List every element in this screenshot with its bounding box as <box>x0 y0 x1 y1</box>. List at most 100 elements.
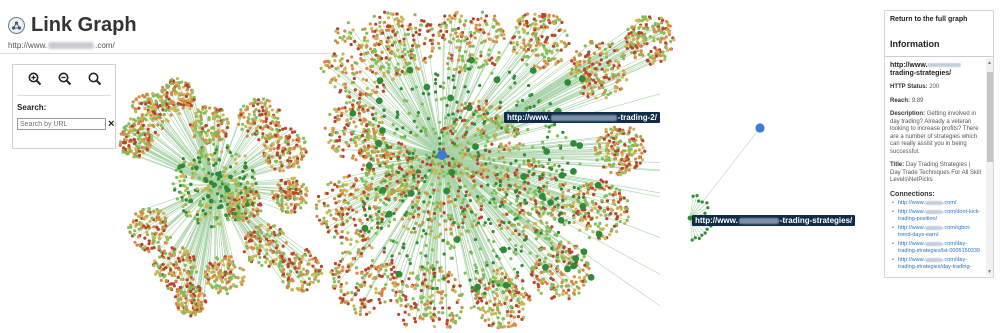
graph-node[interactable] <box>524 19 529 23</box>
graph-node[interactable] <box>170 77 174 82</box>
graph-node[interactable] <box>615 80 619 84</box>
graph-node[interactable] <box>166 286 170 290</box>
graph-node[interactable] <box>252 113 257 117</box>
graph-node[interactable] <box>205 281 209 285</box>
graph-node[interactable] <box>281 280 285 284</box>
graph-node[interactable] <box>291 262 295 266</box>
graph-node[interactable] <box>258 113 262 117</box>
graph-node[interactable] <box>326 204 330 208</box>
graph-node[interactable] <box>226 207 230 211</box>
graph-node[interactable] <box>428 306 432 310</box>
graph-node[interactable] <box>374 212 378 216</box>
graph-node[interactable] <box>380 50 384 54</box>
graph-node[interactable] <box>333 182 337 187</box>
graph-node[interactable] <box>230 261 234 265</box>
graph-node[interactable] <box>356 47 360 51</box>
graph-node[interactable] <box>500 29 504 33</box>
graph-node[interactable] <box>351 256 355 261</box>
graph-node[interactable] <box>361 140 365 144</box>
graph-node[interactable] <box>341 212 345 217</box>
graph-node[interactable] <box>448 324 452 329</box>
graph-node[interactable] <box>254 107 258 111</box>
graph-node[interactable] <box>460 305 464 310</box>
graph-node[interactable] <box>252 214 256 218</box>
graph-node[interactable] <box>189 214 193 218</box>
graph-node[interactable] <box>621 129 625 133</box>
graph-node[interactable] <box>567 294 571 298</box>
graph-node[interactable] <box>206 161 211 165</box>
graph-node[interactable] <box>256 102 260 106</box>
graph-node[interactable] <box>225 192 230 196</box>
graph-node[interactable] <box>293 206 297 210</box>
graph-node[interactable] <box>589 65 593 69</box>
graph-node[interactable] <box>214 161 218 166</box>
graph-node[interactable] <box>617 200 621 204</box>
graph-node[interactable] <box>144 102 148 106</box>
graph-node[interactable] <box>141 211 145 215</box>
graph-node[interactable] <box>401 318 406 322</box>
graph-node[interactable] <box>204 212 208 216</box>
graph-node[interactable] <box>172 250 176 254</box>
graph-node[interactable] <box>539 25 543 29</box>
graph-node[interactable] <box>263 101 267 105</box>
graph-node[interactable] <box>403 72 407 76</box>
graph-node[interactable] <box>264 117 269 121</box>
graph-node[interactable] <box>172 108 176 112</box>
graph-node[interactable] <box>600 67 604 71</box>
graph-node[interactable] <box>135 222 139 227</box>
graph-node[interactable] <box>270 190 274 194</box>
graph-node[interactable] <box>567 241 571 245</box>
graph-node[interactable] <box>542 260 546 264</box>
graph-node[interactable] <box>385 61 389 65</box>
graph-node[interactable] <box>225 145 229 150</box>
graph-node[interactable] <box>418 28 422 32</box>
graph-node[interactable] <box>150 232 155 236</box>
graph-node[interactable] <box>157 209 162 214</box>
graph-node[interactable] <box>207 157 211 162</box>
graph-node[interactable] <box>213 151 217 155</box>
graph-node[interactable] <box>426 22 430 27</box>
graph-node[interactable] <box>251 201 255 205</box>
graph-node[interactable] <box>275 197 280 201</box>
graph-node[interactable] <box>306 270 310 274</box>
graph-node[interactable] <box>399 15 404 19</box>
graph-node[interactable] <box>593 188 597 192</box>
graph-node[interactable] <box>608 43 612 47</box>
graph-node[interactable] <box>158 272 163 276</box>
graph-node[interactable] <box>270 108 274 112</box>
graph-node[interactable] <box>604 180 609 184</box>
graph-node[interactable] <box>610 73 615 77</box>
graph-node[interactable] <box>294 187 298 192</box>
graph-node[interactable] <box>342 34 346 39</box>
graph-node[interactable] <box>464 35 468 39</box>
graph-node[interactable] <box>131 220 135 224</box>
graph-node[interactable] <box>176 101 180 105</box>
graph-node[interactable] <box>351 130 356 134</box>
graph-node[interactable] <box>536 27 541 31</box>
graph-node[interactable] <box>295 161 300 165</box>
graph-node[interactable] <box>260 105 264 109</box>
graph-node[interactable] <box>134 110 138 114</box>
graph-node[interactable] <box>255 231 259 235</box>
graph-node[interactable] <box>285 210 290 214</box>
graph-node[interactable] <box>475 28 480 32</box>
graph-node[interactable] <box>185 284 189 289</box>
graph-node[interactable] <box>488 299 492 303</box>
graph-node[interactable] <box>363 183 367 187</box>
graph-node[interactable] <box>609 207 613 211</box>
graph-node[interactable] <box>391 288 395 292</box>
graph-node[interactable] <box>618 195 623 199</box>
graph-node[interactable] <box>192 300 197 305</box>
graph-node[interactable] <box>344 281 349 285</box>
graph-node[interactable] <box>395 12 399 16</box>
graph-node[interactable] <box>568 251 572 255</box>
graph-node[interactable] <box>521 286 525 291</box>
graph-node[interactable] <box>517 310 521 314</box>
graph-node[interactable] <box>610 42 615 46</box>
graph-node[interactable] <box>563 44 568 49</box>
graph-node[interactable] <box>524 49 528 53</box>
graph-node[interactable] <box>354 125 358 129</box>
graph-node[interactable] <box>487 32 491 36</box>
graph-node[interactable] <box>131 100 135 104</box>
graph-node[interactable] <box>208 283 213 287</box>
